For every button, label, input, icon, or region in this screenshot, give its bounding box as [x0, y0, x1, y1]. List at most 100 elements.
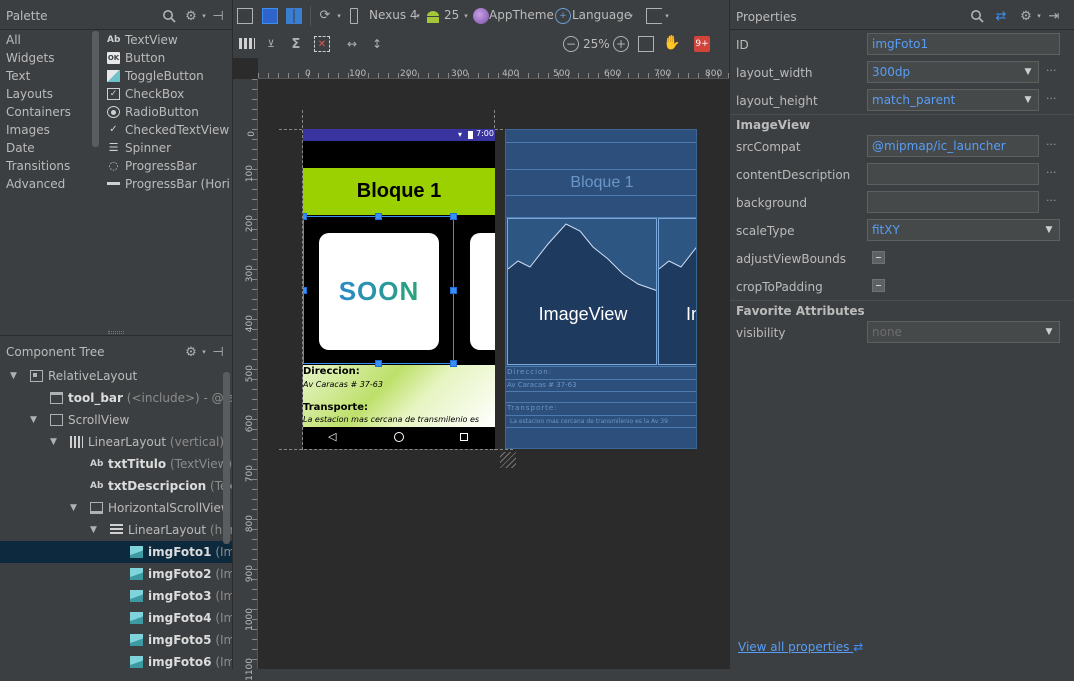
image-card-2[interactable] [470, 233, 495, 350]
tree-row-tool-bar[interactable]: tool_bar (<include>) - @layou [0, 387, 232, 409]
widget-button[interactable]: OK Button [107, 51, 165, 65]
hide-panel-icon[interactable]: ⊣ [210, 344, 226, 360]
expand-horizontal-icon[interactable]: ↔ [344, 36, 360, 52]
chevron-down-icon[interactable]: ▾ [331, 8, 347, 24]
layout-width-more[interactable]: ··· [1046, 64, 1057, 77]
blueprint-mode-icon[interactable] [262, 8, 278, 24]
view-all-properties-link[interactable]: View all properties ⇄ [738, 640, 863, 654]
layout-height-more[interactable]: ··· [1046, 92, 1057, 105]
tree-row-relativelayout[interactable]: ▼ RelativeLayout [0, 365, 232, 387]
include-icon [50, 392, 63, 404]
properties-title: Properties [736, 10, 797, 24]
back-icon[interactable]: ◁ [328, 430, 336, 443]
chevron-down-icon[interactable]: ▾ [410, 8, 426, 24]
textview-icon: Ab [90, 459, 104, 469]
phone-preview[interactable]: ▾ 7:00 Bloque 1 SOON Direccion: Av Carac… [303, 129, 495, 449]
tree-row-imgfoto1[interactable]: imgFoto1 (Imag [0, 541, 232, 563]
sum-icon[interactable]: Σ [288, 36, 304, 52]
widget-radiobutton[interactable]: RadioButton [107, 105, 199, 119]
crop-to-padding-checkbox[interactable] [872, 279, 885, 292]
adjust-view-bounds-checkbox[interactable] [872, 251, 885, 264]
widget-textview[interactable]: Ab TextView [107, 33, 178, 47]
content-description-field[interactable] [867, 163, 1039, 185]
pan-hand-icon[interactable]: ✋ [663, 35, 680, 51]
home-icon[interactable] [394, 432, 404, 442]
design-canvas[interactable]: ▾ 7:00 Bloque 1 SOON Direccion: Av Carac… [259, 80, 729, 669]
chevron-down-icon[interactable]: ▾ [659, 8, 675, 24]
widget-checkedtextview[interactable]: ✓ CheckedTextView [109, 123, 229, 137]
category-images[interactable]: Images [6, 123, 50, 137]
tree-row-imgfoto2[interactable]: imgFoto2 (Imag [0, 563, 232, 585]
chevron-down-icon[interactable]: ▼ [1020, 62, 1036, 82]
srccompat-more[interactable]: ··· [1046, 138, 1057, 151]
warnings-badge[interactable]: 9+ [694, 36, 710, 52]
category-containers[interactable]: Containers [6, 105, 71, 119]
expand-vertical-icon[interactable]: ↕ [369, 36, 385, 52]
widget-progressbar-horizontal[interactable]: ProgressBar (Hori [107, 177, 230, 191]
resize-grip-icon[interactable] [500, 452, 516, 468]
tree-row-imgfoto6[interactable]: imgFoto6 (Imag [0, 651, 232, 669]
tree-row-scrollview[interactable]: ▼ ScrollView [0, 409, 232, 431]
expand-arrow-icon[interactable]: ▼ [50, 431, 57, 453]
both-mode-icon[interactable] [286, 8, 302, 24]
expand-arrow-icon[interactable]: ▼ [70, 497, 77, 519]
hide-panel-icon[interactable]: ⇥ [1046, 8, 1062, 24]
category-widgets[interactable]: Widgets [6, 51, 55, 65]
visibility-field[interactable]: none ▼ [867, 321, 1060, 343]
tree-row-txtdescripcion[interactable]: Ab txtDescripcion (TextVie [0, 475, 232, 497]
api-level-selector[interactable]: 25 [444, 4, 459, 26]
tree-row-horizontalscrollview[interactable]: ▼ HorizontalScrollView [0, 497, 232, 519]
nav-bar: ◁ [303, 427, 495, 449]
background-more[interactable]: ··· [1046, 194, 1057, 207]
tree-row-linearlayout-horizontal[interactable]: ▼ LinearLayout (horizo [0, 519, 232, 541]
hide-panel-icon[interactable]: ⊣ [210, 8, 226, 24]
chevron-down-icon[interactable]: ▾ [1031, 8, 1047, 24]
clear-constraints-icon[interactable]: ✕ [314, 36, 330, 52]
theme-selector[interactable]: AppTheme [489, 4, 554, 26]
tree-row-imgfoto3[interactable]: imgFoto3 (Imag [0, 585, 232, 607]
category-transitions[interactable]: Transitions [6, 159, 70, 173]
category-layouts[interactable]: Layouts [6, 87, 53, 101]
chevron-down-icon[interactable]: ▾ [458, 8, 474, 24]
id-field[interactable]: imgFoto1 [867, 33, 1060, 55]
category-all[interactable]: All [6, 33, 21, 47]
chevron-down-icon[interactable]: ▼ [1041, 322, 1057, 342]
background-field[interactable] [867, 191, 1039, 213]
tree-row-linearlayout-vertical[interactable]: ▼ LinearLayout (vertical) [0, 431, 232, 453]
tree-scrollbar[interactable] [223, 372, 230, 544]
chevron-down-icon[interactable]: ▼ [1020, 90, 1036, 110]
category-advanced[interactable]: Advanced [6, 177, 65, 191]
zoom-in-icon[interactable]: + [613, 36, 629, 52]
category-text[interactable]: Text [6, 69, 30, 83]
widget-progressbar[interactable]: ◌ ProgressBar [109, 159, 197, 173]
layout-width-field[interactable]: 300dp ▼ [867, 61, 1039, 83]
editor-toolbar-secondary: ⊻ Σ ✕ ↔ ↕ − 25% + ✋ 9+ [233, 31, 729, 58]
search-icon[interactable] [161, 8, 177, 24]
search-icon[interactable] [969, 8, 985, 24]
expand-arrow-icon[interactable]: ▼ [90, 519, 97, 541]
expand-arrow-icon[interactable]: ▼ [10, 365, 17, 387]
categories-scrollbar[interactable] [92, 31, 99, 147]
expand-arrow-icon[interactable]: ▼ [30, 409, 37, 431]
tree-row-txttitulo[interactable]: Ab txtTitulo (TextView) - [0, 453, 232, 475]
show-constraints-icon[interactable] [239, 38, 255, 49]
panel-splitter-handle[interactable] [108, 331, 124, 334]
widget-checkbox[interactable]: ✓ CheckBox [107, 87, 184, 101]
chevron-down-icon[interactable]: ▾ [623, 8, 639, 24]
category-date[interactable]: Date [6, 141, 35, 155]
baseline-icon[interactable]: ⊻ [263, 36, 279, 52]
tree-row-imgfoto5[interactable]: imgFoto5 (Imag [0, 629, 232, 651]
widget-spinner[interactable]: ☰ Spinner [109, 141, 172, 155]
srccompat-field[interactable]: @mipmap/ic_launcher [867, 135, 1039, 157]
design-mode-icon[interactable] [237, 8, 253, 24]
content-description-more[interactable]: ··· [1046, 166, 1057, 179]
recents-icon[interactable] [460, 433, 468, 441]
toggle-view-icon[interactable]: ⇄ [993, 8, 1009, 24]
widget-togglebutton[interactable]: ToggleButton [107, 69, 204, 83]
layout-height-field[interactable]: match_parent ▼ [867, 89, 1039, 111]
tree-row-imgfoto4[interactable]: imgFoto4 (Imag [0, 607, 232, 629]
scaletype-field[interactable]: fitXY ▼ [867, 219, 1060, 241]
zoom-out-icon[interactable]: − [563, 36, 579, 52]
chevron-down-icon[interactable]: ▼ [1041, 220, 1057, 240]
fit-screen-icon[interactable] [638, 36, 654, 52]
